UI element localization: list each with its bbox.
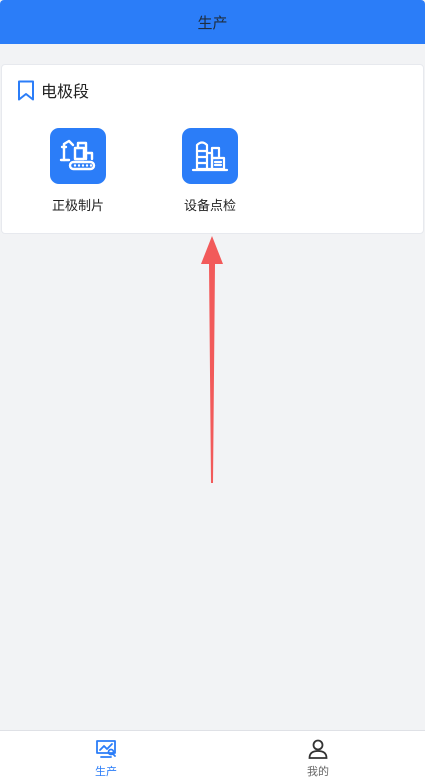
bookmark-icon — [18, 80, 34, 100]
user-icon — [308, 739, 328, 759]
section-title: 电极段 — [41, 82, 90, 101]
tab-production[interactable]: 生产 — [66, 731, 146, 781]
bottom-tabbar: 生产 我的 — [0, 730, 425, 781]
annotation-arrow — [201, 236, 223, 483]
tab-label: 生产 — [95, 765, 117, 778]
excavator-machine-icon — [50, 128, 106, 184]
tab-label: 我的 — [307, 765, 329, 778]
tile-label: 正极制片 — [51, 199, 104, 214]
production-chart-icon — [96, 740, 116, 758]
page-title: 生产 — [197, 13, 228, 32]
app-screen: 生产 电极段 正极制片 设备点检 生产 我的 — [0, 0, 425, 781]
factory-equipment-icon — [182, 128, 238, 184]
electrode-section-card: 电极段 正极制片 设备点检 — [1, 64, 424, 234]
tile-label: 设备点检 — [183, 199, 236, 214]
section-header: 电极段 — [17, 79, 89, 101]
tab-mine[interactable]: 我的 — [278, 731, 358, 781]
equipment-inspection-tile[interactable]: 设备点检 — [165, 128, 255, 214]
top-navbar: 生产 — [0, 0, 425, 44]
cathode-sheet-tile[interactable]: 正极制片 — [33, 128, 123, 214]
